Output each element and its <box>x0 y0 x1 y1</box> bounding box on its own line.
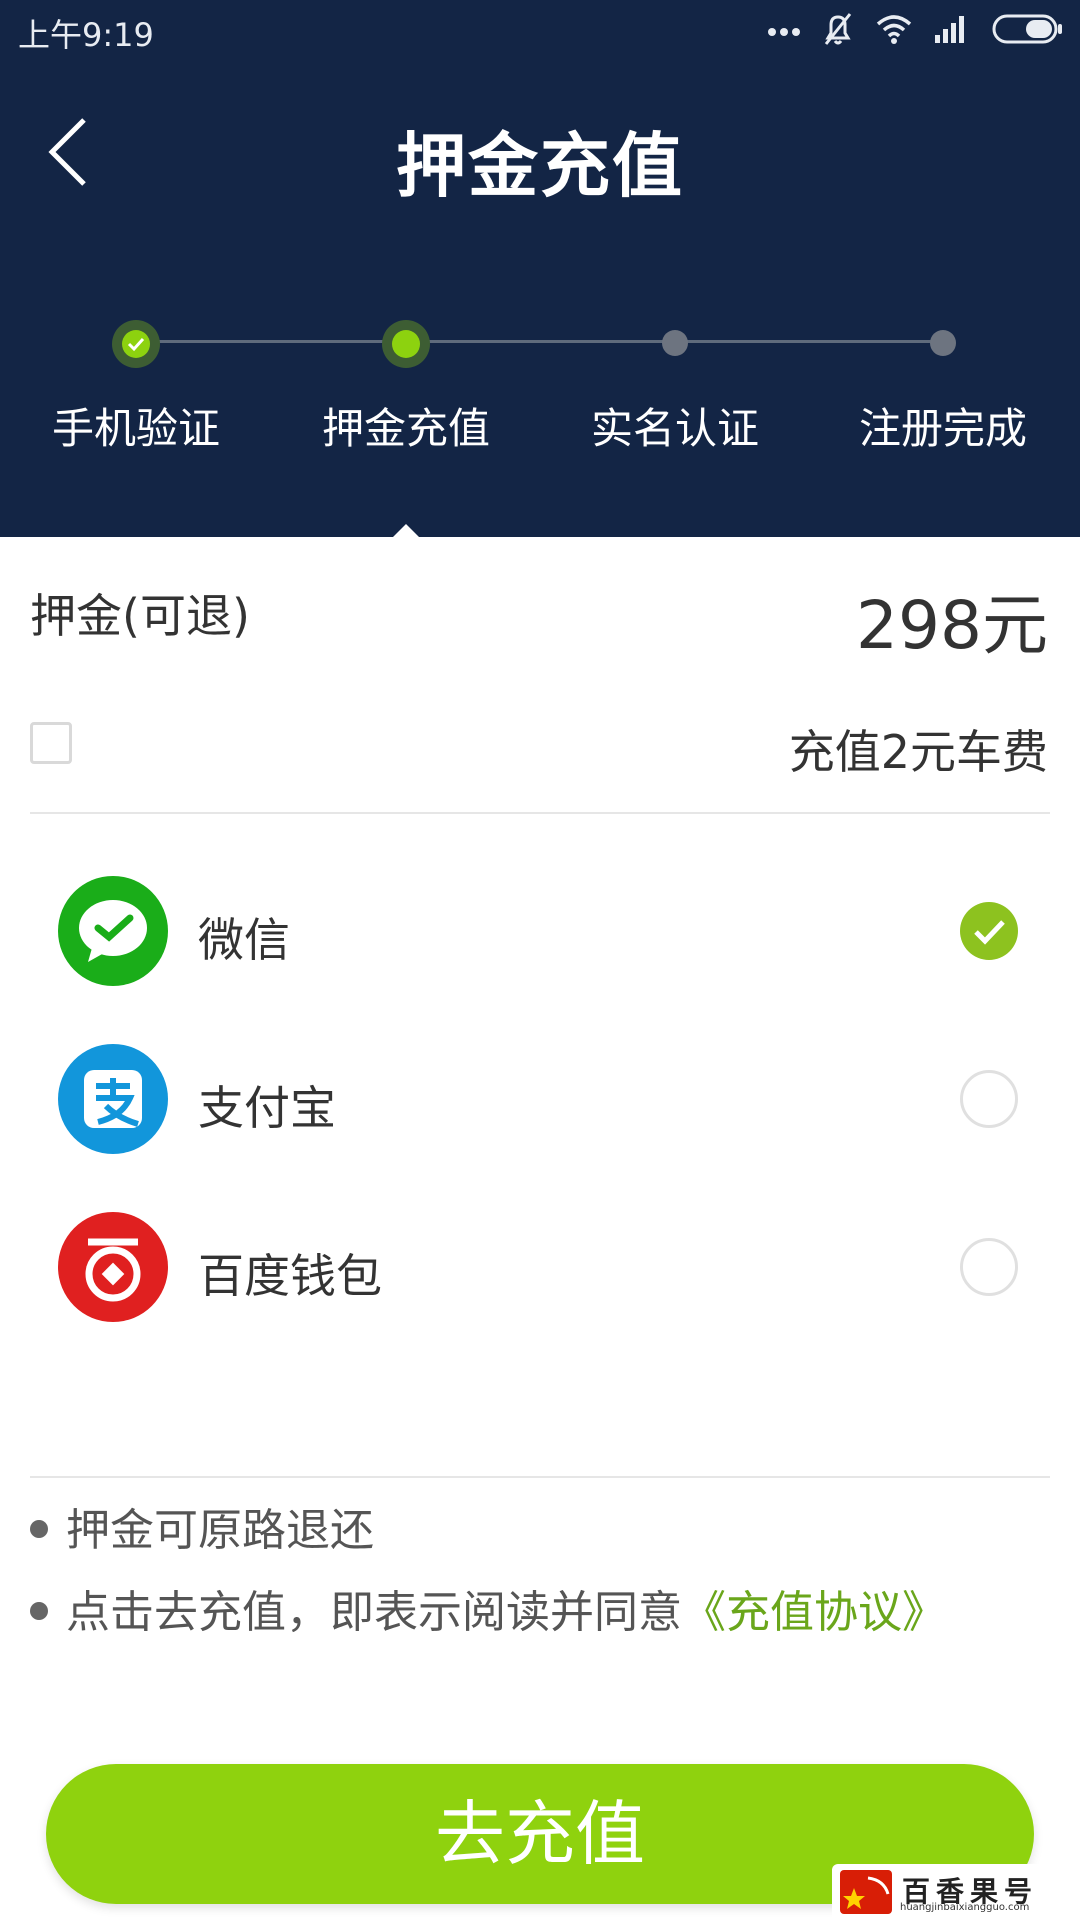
step-label: 注册完成 <box>858 404 1027 453</box>
watermark-url: huangjinbaixiangguo.com <box>900 1902 1030 1913</box>
step-label: 押金充值 <box>321 404 490 453</box>
payment-option-alipay[interactable]: 支付宝 <box>0 1044 1080 1164</box>
wifi-icon <box>876 14 912 48</box>
mute-bell-icon <box>822 12 854 50</box>
watermark: 百香果号 huangjinbaixiangguo.com <box>832 1864 1080 1920</box>
step-1-indicator <box>112 320 160 368</box>
bullet-icon <box>30 1602 48 1620</box>
more-dots-icon <box>768 22 800 41</box>
current-step-pointer <box>392 524 420 538</box>
deposit-amount: 298元 <box>856 587 1048 664</box>
fare-checkbox[interactable] <box>30 722 72 764</box>
payment-label: 支付宝 <box>198 1081 336 1135</box>
step-4-indicator <box>930 330 956 356</box>
payment-option-baidu-wallet[interactable]: 百度钱包 <box>0 1212 1080 1332</box>
divider <box>30 1476 1050 1478</box>
payment-radio[interactable] <box>960 1070 1018 1128</box>
status-time: 上午9:19 <box>18 16 154 54</box>
status-icons <box>768 12 1064 50</box>
step-connector <box>676 340 944 343</box>
payment-label: 微信 <box>198 913 290 967</box>
payment-radio-selected[interactable] <box>960 902 1018 960</box>
refund-note: 押金可原路退还 <box>30 1494 374 1558</box>
step-connector <box>136 340 406 343</box>
agreement-link[interactable]: 《充值协议》 <box>682 1587 946 1638</box>
check-icon <box>127 337 145 352</box>
divider <box>30 812 1050 814</box>
agreement-note: 点击去充值，即表示阅读并同意《充值协议》 <box>30 1576 946 1640</box>
battery-icon <box>992 14 1064 48</box>
step-connector <box>406 340 676 343</box>
progress-steps: 手机验证 押金充值 实名认证 注册完成 <box>0 300 1080 460</box>
agreement-note-text: 点击去充值，即表示阅读并同意 <box>66 1587 682 1638</box>
fare-option-label[interactable]: 充值2元车费 <box>789 716 1048 782</box>
payment-radio[interactable] <box>960 1238 1018 1296</box>
bullet-icon <box>30 1520 48 1538</box>
baidu-wallet-icon <box>58 1212 168 1322</box>
step-label: 实名认证 <box>590 404 759 453</box>
status-bar: 上午9:19 <box>0 0 1080 60</box>
check-icon <box>974 920 1005 945</box>
deposit-label: 押金(可退) <box>30 589 250 643</box>
payment-option-wechat[interactable]: 微信 <box>0 876 1080 996</box>
payment-label: 百度钱包 <box>198 1249 382 1303</box>
alipay-icon <box>58 1044 168 1154</box>
signal-icon <box>934 15 970 47</box>
watermark-logo-icon <box>840 1870 892 1914</box>
wechat-icon <box>58 876 168 986</box>
step-3-indicator <box>662 330 688 356</box>
refund-note-text: 押金可原路退还 <box>66 1505 374 1556</box>
header: 上午9:19 押金充值 手机验证 押金充值 实名认证 注册完成 <box>0 0 1080 538</box>
page-title: 押金充值 <box>396 125 684 207</box>
step-2-indicator <box>382 320 430 368</box>
step-label: 手机验证 <box>51 404 220 453</box>
